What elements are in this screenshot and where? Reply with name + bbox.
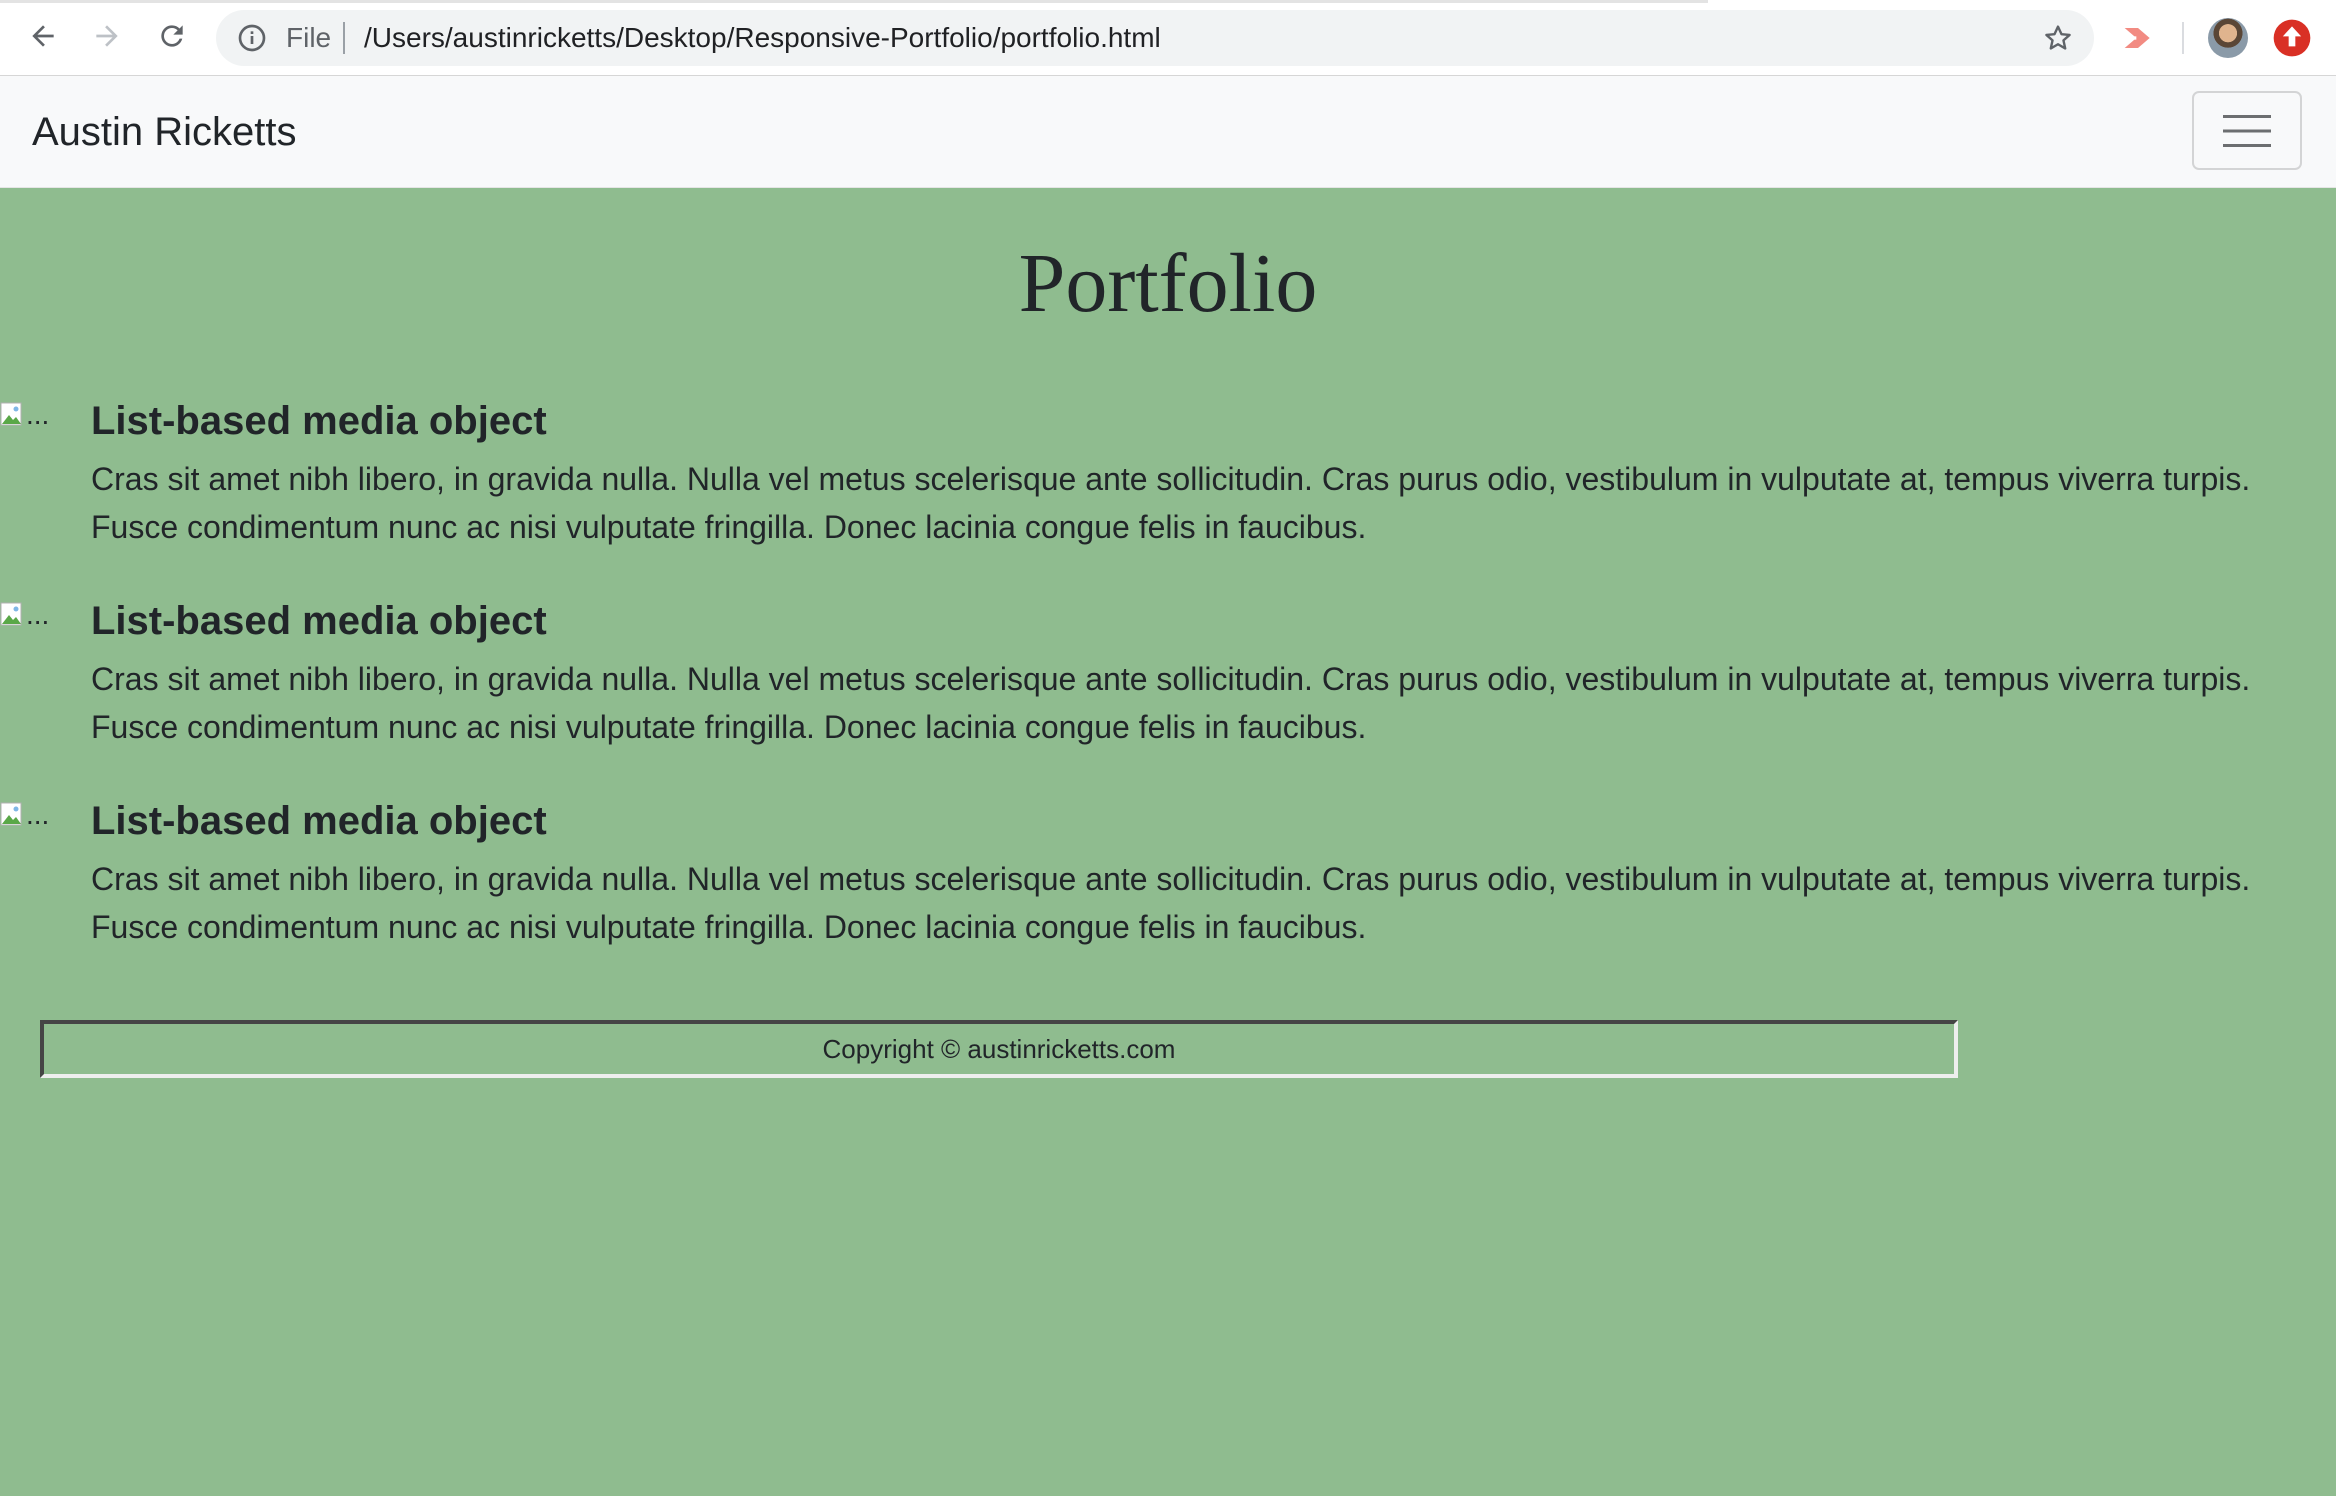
- site-navbar: Austin Ricketts: [0, 76, 2336, 188]
- image-alt-text: ...: [26, 599, 50, 630]
- back-button[interactable]: [21, 14, 65, 58]
- media-body-text: Cras sit amet nibh libero, in gravida nu…: [91, 461, 2251, 545]
- info-icon[interactable]: [236, 22, 268, 54]
- media-body-text: Cras sit amet nibh libero, in gravida nu…: [91, 661, 2251, 745]
- forward-icon: [96, 25, 118, 47]
- star-icon[interactable]: [2042, 22, 2074, 54]
- hamburger-icon: [2223, 114, 2271, 147]
- reload-button[interactable]: [150, 14, 194, 58]
- media-heading: List-based media object: [91, 799, 547, 843]
- loading-progress: [0, 0, 1708, 3]
- image-alt-text: ...: [26, 799, 50, 830]
- address-bar[interactable]: File /Users/austinricketts/Desktop/Respo…: [216, 10, 2094, 66]
- media-image: ...: [0, 799, 49, 831]
- back-icon: [32, 25, 54, 47]
- reload-icon: [161, 25, 183, 47]
- broken-image-icon: [0, 802, 24, 828]
- url-text[interactable]: /Users/austinricketts/Desktop/Responsive…: [364, 22, 1161, 54]
- broken-image-icon: [0, 602, 24, 628]
- scheme-label: File: [286, 22, 332, 53]
- share-extension-icon[interactable]: [2118, 18, 2158, 58]
- navbar-brand[interactable]: Austin Ricketts: [32, 106, 297, 158]
- navbar-toggler-button[interactable]: [2192, 91, 2302, 170]
- media-image: ...: [0, 599, 49, 631]
- upload-extension-icon[interactable]: [2272, 18, 2312, 58]
- media-heading: List-based media object: [91, 599, 547, 643]
- omnibox-separator: [343, 22, 345, 54]
- page-title: Portfolio: [1018, 237, 1318, 330]
- forward-button[interactable]: [85, 14, 129, 58]
- footer: Copyright © austinricketts.com: [40, 1020, 1958, 1078]
- media-image: ...: [0, 399, 49, 431]
- media-body-text: Cras sit amet nibh libero, in gravida nu…: [91, 861, 2251, 945]
- list-item: ... List-based media object Cras sit ame…: [0, 797, 2336, 957]
- profile-avatar[interactable]: [2208, 18, 2248, 58]
- media-heading: List-based media object: [91, 399, 547, 443]
- copyright-text: Copyright © austinricketts.com: [822, 1034, 1176, 1064]
- browser-toolbar: File /Users/austinricketts/Desktop/Respo…: [0, 0, 2336, 76]
- image-alt-text: ...: [26, 399, 50, 430]
- toolbar-divider: [2182, 22, 2184, 54]
- list-item: ... List-based media object Cras sit ame…: [0, 397, 2336, 557]
- broken-image-icon: [0, 402, 24, 428]
- list-item: ... List-based media object Cras sit ame…: [0, 597, 2336, 757]
